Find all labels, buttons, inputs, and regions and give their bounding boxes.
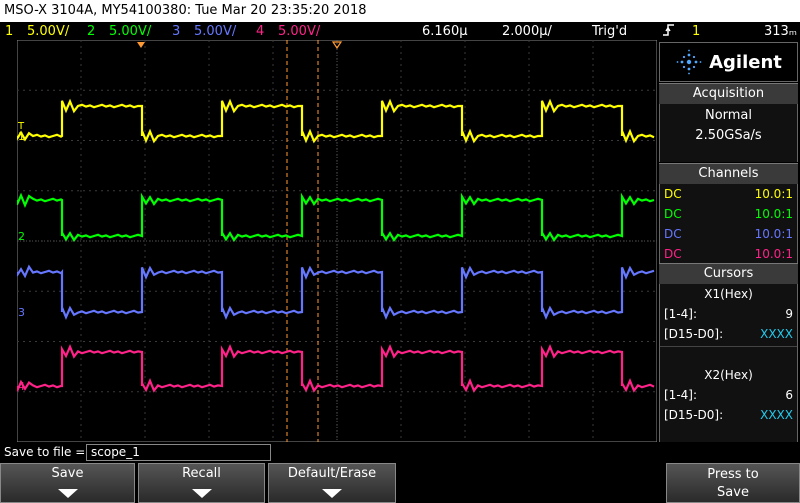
default-erase-softkey-label: Default/Erase (287, 466, 377, 481)
x1-row2-value: XXXX (760, 327, 793, 341)
trace-2-marker: 2 (18, 230, 25, 243)
cursors-header: Cursors (659, 263, 798, 284)
x2-row2-label: [D15-D0]: (664, 408, 724, 422)
channel-row-4[interactable]: DC 10.0:1 (660, 244, 797, 264)
side-panel: Agilent Acquisition Normal 2.50GSa/s Cha… (659, 42, 798, 442)
x2-title: X2(Hex) (704, 368, 753, 382)
ch1-number[interactable]: 1 (5, 22, 13, 42)
channels-header: Channels (659, 163, 798, 184)
channels-list: DC 10.0:1 DC 10.0:1 DC 10.0:1 DC 10.0:1 (659, 184, 798, 264)
trace-3-marker: 3 (18, 306, 25, 319)
ch2-number[interactable]: 2 (87, 22, 95, 42)
save-softkey-label: Save (51, 466, 84, 481)
cursors-readout: X1(Hex) [1-4]: 9 [D15-D0]: XXXX X2(Hex) [1… (659, 284, 798, 442)
waveform-display[interactable]: 1234T (17, 40, 657, 442)
press-to-save-softkey[interactable]: Press to Save (666, 463, 800, 503)
default-erase-softkey[interactable]: Default/Erase (268, 463, 396, 503)
trigger-level-marker: T (17, 121, 25, 132)
acquisition-mode: Normal (704, 108, 753, 123)
x1-row1-label: [1-4]: (664, 307, 698, 321)
ch1-scale[interactable]: 5.00V/ (27, 22, 69, 42)
x2-row1-value: 6 (785, 388, 793, 402)
save-softkey[interactable]: Save (0, 463, 135, 503)
brand-name: Agilent (709, 51, 782, 73)
channel-row-2[interactable]: DC 10.0:1 (660, 204, 797, 224)
delay-readout[interactable]: 6.160µ (422, 22, 468, 42)
sample-rate: 2.50GSa/s (695, 128, 762, 143)
window-title: MSO-X 3104A, MY54100380: Tue Mar 20 23:3… (0, 0, 800, 22)
x2-row1-label: [1-4]: (664, 388, 698, 402)
ch4-number[interactable]: 4 (256, 22, 264, 42)
x2-row2-value: XXXX (760, 408, 793, 422)
trigger-level[interactable]: 313ₘ (764, 22, 797, 42)
agilent-spark-icon (676, 49, 702, 75)
x1-title: X1(Hex) (704, 287, 753, 301)
trigger-state: Trig'd (592, 24, 628, 39)
trace-4-marker: 4 (18, 380, 25, 393)
down-arrow-icon (191, 489, 212, 498)
ch3-scale[interactable]: 5.00V/ (194, 22, 236, 42)
recall-softkey[interactable]: Recall (138, 463, 265, 503)
x1-row1-value: 9 (785, 307, 793, 321)
recall-softkey-label: Recall (182, 466, 221, 481)
channel-row-3[interactable]: DC 10.0:1 (660, 224, 797, 244)
down-arrow-icon (322, 489, 342, 498)
ch3-number[interactable]: 3 (172, 22, 180, 42)
trigger-source[interactable]: 1 (692, 22, 700, 42)
timebase-readout[interactable]: 2.000µ/ (502, 22, 552, 42)
ch2-scale[interactable]: 5.00V/ (109, 22, 151, 42)
press-to-save-label: Press to Save (707, 467, 759, 500)
x1-row2-label: [D15-D0]: (664, 327, 724, 341)
brand-box: Agilent (659, 42, 798, 82)
down-arrow-icon (57, 489, 78, 498)
channel-row-1[interactable]: DC 10.0:1 (660, 184, 797, 204)
acquisition-header: Acquisition (659, 83, 798, 104)
save-filename-field[interactable]: scope_1 (86, 444, 271, 461)
ch4-scale[interactable]: 5.00V/ (278, 22, 320, 42)
waveform-graticule: 1234T (17, 40, 657, 442)
save-label: Save to file = (4, 445, 86, 459)
